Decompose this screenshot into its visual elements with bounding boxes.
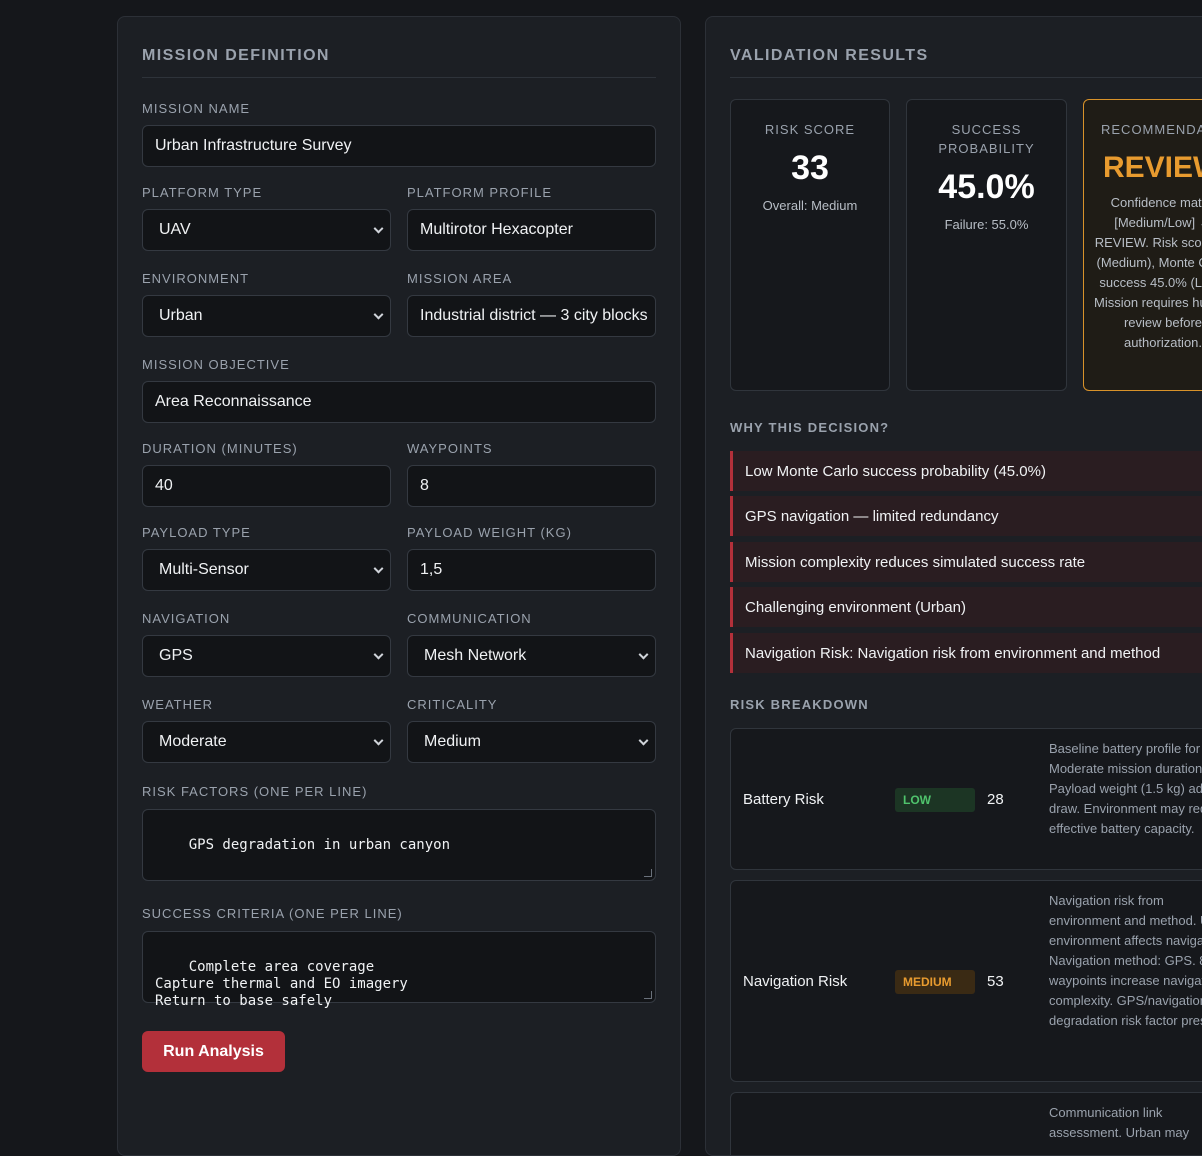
success-criteria-textarea[interactable]: Complete area coverage Capture thermal a…	[142, 931, 656, 1009]
communication-label: COMMUNICATION	[407, 611, 532, 626]
risk-score: 28	[987, 791, 1004, 808]
waypoints-label: WAYPOINTS	[407, 441, 493, 456]
weather-value: Moderate	[159, 733, 227, 750]
resize-handle-icon[interactable]	[644, 869, 652, 877]
validation-results-panel: VALIDATION RESULTS RISK SCORE 33 Overall…	[705, 16, 1202, 1156]
success-probability-label: SUCCESS PROBABILITY	[938, 122, 1035, 156]
reason-item: Navigation Risk: Navigation risk from en…	[730, 633, 1202, 673]
mission-objective-input[interactable]: Area Reconnaissance	[142, 381, 656, 423]
section-divider	[142, 77, 656, 78]
risk-level-badge: LOW	[895, 788, 975, 812]
mission-objective-label: MISSION OBJECTIVE	[142, 357, 290, 372]
criticality-value: Medium	[424, 733, 481, 750]
criticality-select[interactable]: Medium	[407, 721, 656, 763]
validation-results-title: VALIDATION RESULTS	[730, 47, 929, 64]
platform-profile-label: PLATFORM PROFILE	[407, 185, 553, 200]
payload-type-label: PAYLOAD TYPE	[142, 525, 251, 540]
chevron-down-icon	[373, 223, 384, 234]
payload-weight-label: PAYLOAD WEIGHT (KG)	[407, 525, 572, 540]
reason-item: Low Monte Carlo success probability (45.…	[730, 451, 1202, 491]
reason-item: Challenging environment (Urban)	[730, 587, 1202, 627]
weather-label: WEATHER	[142, 697, 214, 712]
payload-weight-input[interactable]: 1,5	[407, 549, 656, 591]
payload-type-select[interactable]: Multi-Sensor	[142, 549, 391, 591]
chevron-down-icon	[373, 309, 384, 320]
recommendation-text: Confidence matrix [Medium/Low] → REVIEW.…	[1093, 195, 1202, 350]
weather-select[interactable]: Moderate	[142, 721, 391, 763]
waypoints-input[interactable]: 8	[407, 465, 656, 507]
mission-name-label: MISSION NAME	[142, 101, 251, 116]
reason-item: Mission complexity reduces simulated suc…	[730, 542, 1202, 582]
failure-probability-sub: Failure: 55.0%	[944, 217, 1029, 232]
mission-name-input[interactable]: Urban Infrastructure Survey	[142, 125, 656, 167]
duration-input[interactable]: 40	[142, 465, 391, 507]
risk-score-label: RISK SCORE	[764, 122, 856, 137]
navigation-value: GPS	[159, 647, 193, 664]
risk-score: 53	[987, 973, 1004, 990]
duration-label: DURATION (MINUTES)	[142, 441, 298, 456]
chevron-down-icon	[373, 563, 384, 574]
risk-breakdown-title: RISK BREAKDOWN	[730, 697, 869, 712]
resize-handle-icon[interactable]	[644, 991, 652, 999]
risk-row-communication: Communication link assessment. Urban may	[730, 1092, 1202, 1155]
chevron-down-icon	[373, 649, 384, 660]
mission-area-input[interactable]: Industrial district — 3 city blocks	[407, 295, 656, 337]
platform-profile-input[interactable]: Multirotor Hexacopter	[407, 209, 656, 251]
recommendation-label: RECOMMENDATION	[1101, 122, 1202, 137]
chevron-down-icon	[373, 735, 384, 746]
environment-value: Urban	[159, 307, 203, 324]
success-criteria-label: SUCCESS CRITERIA (ONE PER LINE)	[142, 906, 403, 921]
run-analysis-button[interactable]: Run Analysis	[142, 1031, 285, 1072]
risk-score-value: 33	[791, 149, 829, 187]
success-criteria-text: Complete area coverage Capture thermal a…	[155, 959, 408, 1009]
recommendation-value: REVIEW	[1103, 151, 1202, 184]
risk-description: Baseline battery profile for UAV. Modera…	[1049, 741, 1202, 836]
communication-value: Mesh Network	[424, 647, 527, 664]
reason-item: GPS navigation — limited redundancy	[730, 496, 1202, 536]
success-probability-value: 45.0%	[938, 168, 1035, 206]
communication-select[interactable]: Mesh Network	[407, 635, 656, 677]
why-decision-title: WHY THIS DECISION?	[730, 420, 890, 435]
recommendation-card: RECOMMENDATION REVIEW Confidence matrix …	[1083, 99, 1202, 391]
navigation-select[interactable]: GPS	[142, 635, 391, 677]
platform-type-select[interactable]: UAV	[142, 209, 391, 251]
risk-description: Navigation risk from environment and met…	[1049, 893, 1202, 1028]
mission-definition-title: MISSION DEFINITION	[142, 47, 330, 64]
risk-factors-textarea[interactable]: GPS degradation in urban canyon	[142, 809, 656, 881]
section-divider	[730, 77, 1202, 78]
chevron-down-icon	[638, 649, 649, 660]
risk-name: Battery Risk	[743, 791, 824, 808]
success-probability-card: SUCCESS PROBABILITY 45.0% Failure: 55.0%	[906, 99, 1067, 391]
risk-score-sub: Overall: Medium	[762, 198, 858, 213]
environment-select[interactable]: Urban	[142, 295, 391, 337]
risk-name: Navigation Risk	[743, 973, 848, 990]
criticality-label: CRITICALITY	[407, 697, 498, 712]
payload-type-value: Multi-Sensor	[159, 561, 249, 578]
chevron-down-icon	[638, 735, 649, 746]
environment-label: ENVIRONMENT	[142, 271, 250, 286]
risk-description: Communication link assessment. Urban may	[1049, 1105, 1190, 1140]
risk-factors-label: RISK FACTORS (ONE PER LINE)	[142, 784, 368, 799]
mission-area-label: MISSION AREA	[407, 271, 513, 286]
mission-definition-panel: MISSION DEFINITION MISSION NAME Urban In…	[117, 16, 681, 1156]
risk-row-battery: Battery Risk LOW 28 Baseline battery pro…	[730, 728, 1202, 870]
platform-type-label: PLATFORM TYPE	[142, 185, 263, 200]
risk-score-card: RISK SCORE 33 Overall: Medium	[730, 99, 890, 391]
navigation-label: NAVIGATION	[142, 611, 231, 626]
risk-row-navigation: Navigation Risk MEDIUM 53 Navigation ris…	[730, 880, 1202, 1082]
risk-level-badge: MEDIUM	[895, 970, 975, 994]
risk-factors-text: GPS degradation in urban canyon	[188, 837, 451, 853]
platform-type-value: UAV	[159, 221, 191, 238]
